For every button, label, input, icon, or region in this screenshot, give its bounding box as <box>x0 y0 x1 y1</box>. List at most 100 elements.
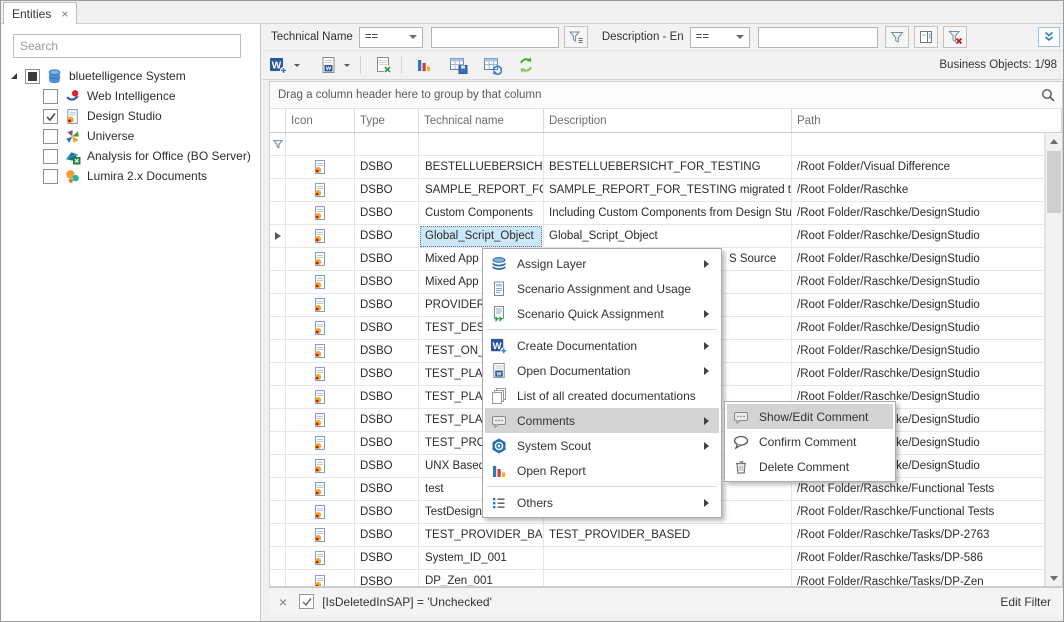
remove-filter-icon[interactable]: × <box>279 594 287 610</box>
cell-icon[interactable] <box>286 225 355 248</box>
cell-path[interactable]: /Root Folder/Raschke/Tasks/DP-Zen <box>792 570 1045 586</box>
cell-icon[interactable] <box>286 294 355 317</box>
cell-icon[interactable] <box>286 432 355 455</box>
open-report-button[interactable] <box>412 53 436 77</box>
scrollbar-thumb[interactable] <box>1047 151 1061 213</box>
tree-item-design-studio[interactable]: Design Studio <box>1 106 259 126</box>
cell-path[interactable]: /Root Folder/Raschke/DesignStudio <box>792 363 1045 386</box>
menu-item-open-report[interactable]: Open Report <box>485 458 719 483</box>
checkbox-bluetelligence-system[interactable] <box>25 69 40 84</box>
header-path[interactable]: Path <box>792 109 1062 132</box>
scroll-up-button[interactable] <box>1046 133 1062 149</box>
cell-icon[interactable] <box>286 524 355 547</box>
header-type[interactable]: Type <box>355 109 419 132</box>
group-by-bar[interactable]: Drag a column header here to group by th… <box>270 82 1062 109</box>
cell-icon[interactable] <box>286 317 355 340</box>
create-word-documentation-button[interactable]: W <box>266 53 290 77</box>
menu-item-assign-layer[interactable]: Assign Layer <box>485 251 719 276</box>
cell-type[interactable]: DSBO <box>355 432 419 455</box>
table-row[interactable]: DSBO Global_Script_Object Global_Script_… <box>270 225 1045 248</box>
cell-description[interactable]: Global_Script_Object <box>544 225 792 248</box>
apply-filter-button[interactable] <box>885 26 909 48</box>
cell-icon[interactable] <box>286 156 355 179</box>
search-icon[interactable] <box>1040 87 1056 103</box>
filter2-operator-select[interactable]: == <box>690 27 750 48</box>
edit-filter-link[interactable]: Edit Filter <box>1000 595 1051 609</box>
submenu-item-delete-comment[interactable]: Delete Comment <box>727 454 893 479</box>
vertical-scrollbar[interactable] <box>1045 133 1062 586</box>
cell-path[interactable]: /Root Folder/Visual Difference <box>792 156 1045 179</box>
cell-technical-name[interactable]: TEST_PROVIDER_BA... <box>419 524 544 547</box>
cell-path[interactable]: /Root Folder/Raschke/DesignStudio <box>792 294 1045 317</box>
cell-icon[interactable] <box>286 501 355 524</box>
cell-path[interactable]: /Root Folder/Raschke/DesignStudio <box>792 225 1045 248</box>
filter-editor-button[interactable] <box>914 26 938 48</box>
cell-path[interactable]: /Root Folder/Raschke/DesignStudio <box>792 202 1045 225</box>
cell-type[interactable]: DSBO <box>355 179 419 202</box>
search-input[interactable] <box>13 34 241 58</box>
tree-item-web-intelligence[interactable]: Web Intelligence <box>1 86 259 106</box>
cell-description[interactable]: SAMPLE_REPORT_FOR_TESTING migrated to sa… <box>544 179 792 202</box>
cell-description[interactable]: BESTELLUEBERSICHT_FOR_TESTING <box>544 156 792 179</box>
checkbox-web-intelligence[interactable] <box>43 89 58 104</box>
cell-path[interactable]: /Root Folder/Raschke/Functional Tests <box>792 501 1045 524</box>
expand-filter-panel-button[interactable] <box>1038 27 1060 47</box>
cell-type[interactable]: DSBO <box>355 455 419 478</box>
menu-item-open-documentation[interactable]: w Open Documentation <box>485 358 719 383</box>
filter-cell[interactable] <box>419 133 544 156</box>
tree-item-bluetelligence-system[interactable]: bluetelligence System <box>1 66 259 86</box>
menu-item-others[interactable]: Others <box>485 490 719 515</box>
cell-icon[interactable] <box>286 179 355 202</box>
cell-description[interactable] <box>544 547 792 570</box>
cell-icon[interactable] <box>286 478 355 501</box>
filter1-apply-button[interactable] <box>564 26 588 48</box>
cell-type[interactable]: DSBO <box>355 547 419 570</box>
cell-description[interactable]: Including Custom Components from Design … <box>544 202 792 225</box>
cell-icon[interactable] <box>286 363 355 386</box>
cell-technical-name[interactable]: Global_Script_Object <box>419 225 544 248</box>
cell-icon[interactable] <box>286 248 355 271</box>
menu-item-system-scout[interactable]: System Scout <box>485 433 719 458</box>
cell-technical-name[interactable]: DP_Zen_001 <box>419 570 544 586</box>
close-icon[interactable]: × <box>61 7 68 21</box>
cell-type[interactable]: DSBO <box>355 570 419 586</box>
open-word-documentation-button[interactable]: w <box>316 53 340 77</box>
cell-type[interactable]: DSBO <box>355 363 419 386</box>
cell-icon[interactable] <box>286 340 355 363</box>
cell-technical-name[interactable]: Custom Components <box>419 202 544 225</box>
header-icon[interactable]: Icon <box>286 109 355 132</box>
cell-path[interactable]: /Root Folder/Raschke/DesignStudio <box>792 340 1045 363</box>
filter-active-checkbox[interactable] <box>299 594 314 609</box>
checkbox-universe[interactable] <box>43 129 58 144</box>
cell-type[interactable]: DSBO <box>355 294 419 317</box>
cell-description[interactable] <box>544 570 792 586</box>
table-row[interactable]: DSBO SAMPLE_REPORT_FO... SAMPLE_REPORT_F… <box>270 179 1045 202</box>
cell-path[interactable]: /Root Folder/Raschke/DesignStudio <box>792 317 1045 340</box>
table-row[interactable]: DSBO BESTELLUEBERSICHT... BESTELLUEBERSI… <box>270 156 1045 179</box>
header-technical-name[interactable]: Technical name <box>419 109 544 132</box>
cell-type[interactable]: DSBO <box>355 225 419 248</box>
tree-item-lumira-documents[interactable]: Lumira 2.x Documents <box>1 166 259 186</box>
tab-entities[interactable]: Entities × <box>3 2 77 24</box>
cell-path[interactable]: /Root Folder/Raschke <box>792 179 1045 202</box>
filter-cell[interactable] <box>286 133 355 156</box>
filter1-operator-select[interactable]: == <box>359 27 423 48</box>
filter-cell[interactable] <box>544 133 792 156</box>
cell-icon[interactable] <box>286 271 355 294</box>
cell-type[interactable]: DSBO <box>355 478 419 501</box>
tree-expander-icon[interactable] <box>9 71 19 81</box>
table-row[interactable]: DSBO TEST_PROVIDER_BA... TEST_PROVIDER_B… <box>270 524 1045 547</box>
cell-type[interactable]: DSBO <box>355 340 419 363</box>
checkbox-analysis-for-office[interactable] <box>43 149 58 164</box>
save-grid-layout-button[interactable] <box>446 53 470 77</box>
filter-cell[interactable] <box>355 133 419 156</box>
cell-path[interactable]: /Root Folder/Raschke/DesignStudio <box>792 271 1045 294</box>
cell-icon[interactable] <box>286 547 355 570</box>
submenu-item-confirm-comment[interactable]: Confirm Comment <box>727 429 893 454</box>
scroll-down-button[interactable] <box>1046 570 1062 586</box>
filter1-value-input[interactable] <box>431 27 559 48</box>
cell-type[interactable]: DSBO <box>355 409 419 432</box>
cell-type[interactable]: DSBO <box>355 156 419 179</box>
submenu-item-show-edit-comment[interactable]: Show/Edit Comment <box>727 404 893 429</box>
cell-type[interactable]: DSBO <box>355 271 419 294</box>
